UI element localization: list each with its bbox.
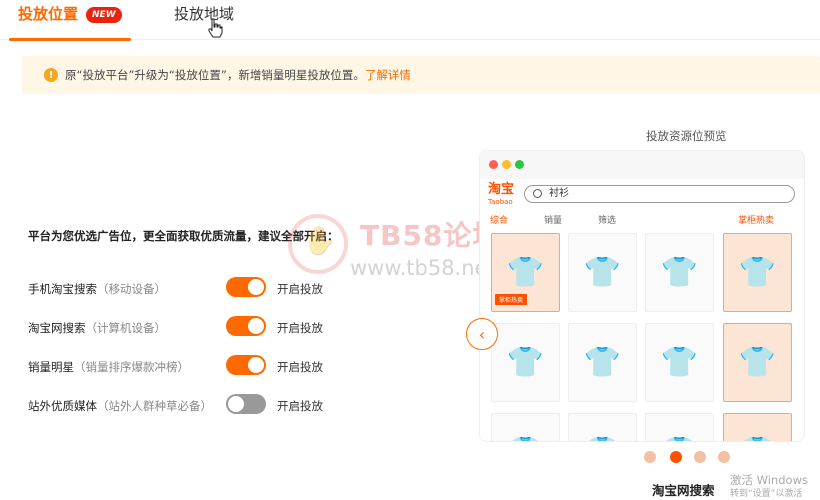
preview-title: 投放资源位预览 <box>646 129 727 143</box>
product-card-highlight: 👕 <box>723 233 792 312</box>
notice-text: 原“投放平台”升级为“投放位置”，新增销量明星投放位置。 <box>65 68 365 82</box>
chevron-left-icon: ‹ <box>478 324 486 344</box>
hand-cursor-icon <box>207 18 223 42</box>
toggle-state-label: 开启投放 <box>277 360 323 374</box>
placement-label: 手机淘宝搜索（移动设备） <box>28 282 166 296</box>
product-card-hot: 👕 掌柜热卖 <box>491 233 560 312</box>
filter-screen: 筛选 <box>598 216 617 226</box>
toggle-state-label: 开启投放 <box>277 282 323 296</box>
tab-placement[interactable]: 投放位置 NEW <box>9 4 131 41</box>
shirt-icon: 👕 <box>738 255 777 290</box>
pager-dot-2[interactable] <box>670 451 682 463</box>
placement-row-mobile-search: 手机淘宝搜索（移动设备） 开启投放 <box>28 277 348 301</box>
offsite-media-toggle[interactable] <box>226 394 266 414</box>
sales-star-toggle[interactable] <box>226 355 266 375</box>
product-card: 👕 <box>491 323 560 402</box>
placement-row-pc-search: 淘宝网搜索（计算机设备） 开启投放 <box>28 316 348 340</box>
filter-sales: 销量 <box>544 216 563 226</box>
preview-device: 淘宝 Taobao 衬衫 综合 销量 筛选 掌柜热卖 👕 掌柜热卖 👕 👕 👕 👕… <box>479 150 805 442</box>
shirt-icon: 👕 <box>660 345 699 380</box>
learn-more-link[interactable]: 了解详情 <box>365 67 411 83</box>
tab-bar: 投放位置 NEW 投放地域 <box>0 0 820 42</box>
preview-caption: 淘宝网搜索 <box>652 483 715 498</box>
product-card: 👕 <box>568 413 637 441</box>
product-card-highlight: 👕 <box>723 323 792 402</box>
filter-shop-hot: 掌柜热卖 <box>738 216 775 226</box>
preview-filter-bar: 综合 销量 筛选 掌柜热卖 <box>488 213 798 227</box>
warning-icon: ! <box>44 68 58 82</box>
preview-search-value: 衬衫 <box>549 188 569 199</box>
placement-label: 站外优质媒体（站外人群种草必备） <box>28 399 212 413</box>
placement-row-offsite-media: 站外优质媒体（站外人群种草必备） 开启投放 <box>28 394 348 418</box>
placement-label: 淘宝网搜索（计算机设备） <box>28 321 166 335</box>
preview-prev-button[interactable]: ‹ <box>466 318 498 350</box>
tab-region-label: 投放地域 <box>174 5 235 23</box>
product-card: 👕 <box>568 323 637 402</box>
pager-dot-1[interactable] <box>644 451 656 463</box>
pager-dot-3[interactable] <box>694 451 706 463</box>
pc-search-toggle[interactable] <box>226 316 266 336</box>
shirt-icon: 👕 <box>583 345 622 380</box>
product-card: 👕 <box>568 233 637 312</box>
product-card: 👕 <box>491 413 560 441</box>
mobile-search-toggle[interactable] <box>226 277 266 297</box>
shirt-icon: 👕 <box>506 255 545 290</box>
product-card-highlight: 👕 <box>723 413 792 441</box>
shirt-icon: 👕 <box>661 435 698 441</box>
hot-tag: 掌柜热卖 <box>495 294 528 305</box>
window-bar <box>480 151 804 179</box>
toggle-state-label: 开启投放 <box>277 399 323 413</box>
preview-search-box: 衬衫 <box>524 185 795 203</box>
toggle-state-label: 开启投放 <box>277 321 323 335</box>
watermark-url: www.tb58.net <box>350 256 496 280</box>
placement-label: 销量明星（销量排序爆款冲榜） <box>28 360 189 374</box>
product-card: 👕 <box>645 323 714 402</box>
shirt-icon: 👕 <box>660 255 699 290</box>
shirt-icon: 👕 <box>506 345 545 380</box>
tab-region[interactable]: 投放地域 <box>174 4 234 36</box>
watermark-logo-icon <box>288 214 348 274</box>
upgrade-notice: ! 原“投放平台”升级为“投放位置”，新增销量明星投放位置。 了解详情 <box>22 56 820 94</box>
settings-intro: 平台为您优选广告位，更全面获取优质流量，建议全部开启： <box>28 229 339 243</box>
page: 投放位置 NEW 投放地域 ! 原“投放平台”升级为“投放位置”，新增销量明星投放… <box>0 0 820 500</box>
close-dot-icon <box>489 160 498 169</box>
placement-row-sales-star: 销量明星（销量排序爆款冲榜） 开启投放 <box>28 355 348 379</box>
minimize-dot-icon <box>502 160 511 169</box>
windows-activation-watermark: 激活 Windows 转到“设置”以激活 Win <box>730 473 808 499</box>
maximize-dot-icon <box>515 160 524 169</box>
product-card: 👕 <box>645 413 714 441</box>
shirt-icon: 👕 <box>739 435 776 441</box>
new-badge: NEW <box>86 7 122 23</box>
pager-dot-4[interactable] <box>718 451 730 463</box>
taobao-logo: 淘宝 Taobao <box>488 182 515 206</box>
shirt-icon: 👕 <box>738 345 777 380</box>
shirt-icon: 👕 <box>584 435 621 441</box>
shirt-icon: 👕 <box>583 255 622 290</box>
search-icon <box>533 189 542 198</box>
tab-placement-label: 投放位置 <box>18 5 79 23</box>
filter-composite: 综合 <box>490 216 509 226</box>
product-card: 👕 <box>645 233 714 312</box>
shirt-icon: 👕 <box>507 435 544 441</box>
